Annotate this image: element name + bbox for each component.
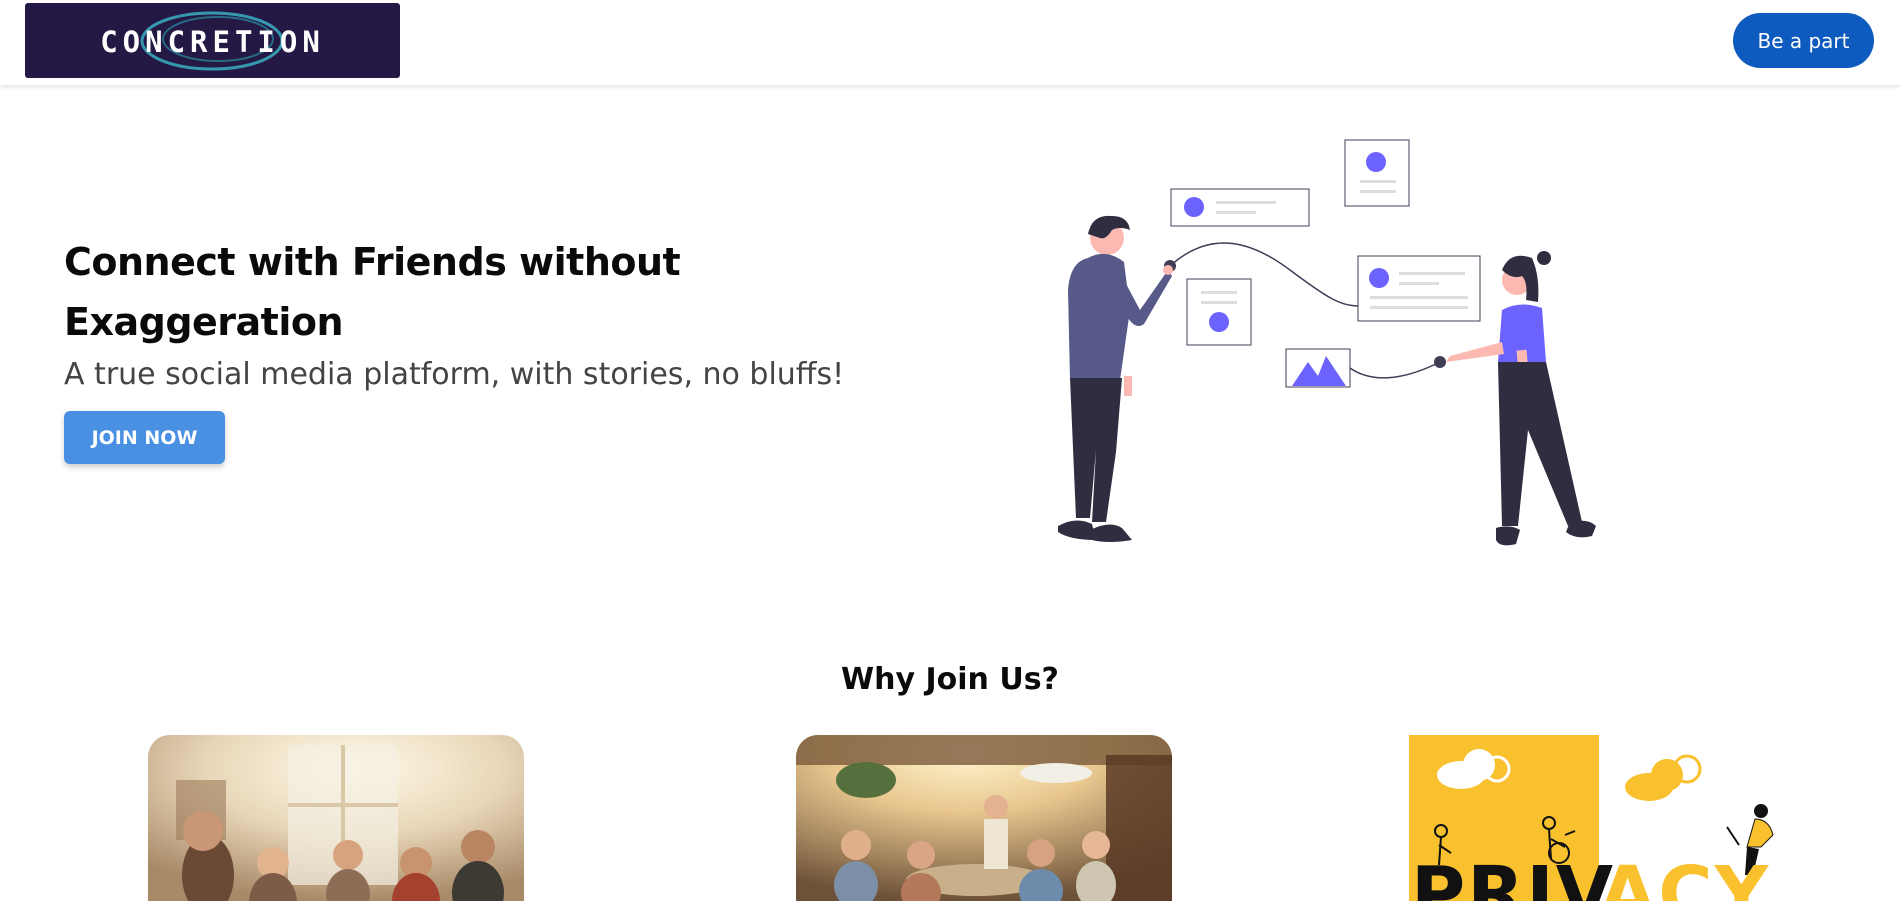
be-a-part-button[interactable]: Be a part — [1733, 13, 1874, 68]
svg-text:ACY: ACY — [1599, 851, 1770, 901]
hero-subtitle: A true social media platform, with stori… — [64, 357, 845, 392]
seniors-gathering-image — [796, 735, 1172, 901]
friends-gathering-image — [148, 735, 524, 901]
logo-text: CONCRETION — [100, 25, 325, 59]
join-now-button[interactable]: JOIN NOW — [64, 411, 225, 464]
concretion-logo[interactable]: CONCRETION — [25, 3, 400, 78]
hero-title: Connect with Friends without Exaggeratio… — [64, 240, 681, 344]
svg-text:PRIV: PRIV — [1411, 851, 1615, 901]
hero-illustration — [1040, 130, 1610, 560]
privacy-illustration-image: PRIV ACY — [1409, 735, 1774, 901]
feature-card-friends — [148, 735, 524, 901]
feature-card-community — [796, 735, 1172, 901]
feature-card-privacy: PRIV ACY — [1409, 735, 1785, 901]
top-navbar: CONCRETION Be a part — [0, 0, 1900, 85]
why-join-title: Why Join Us? — [841, 662, 1059, 697]
